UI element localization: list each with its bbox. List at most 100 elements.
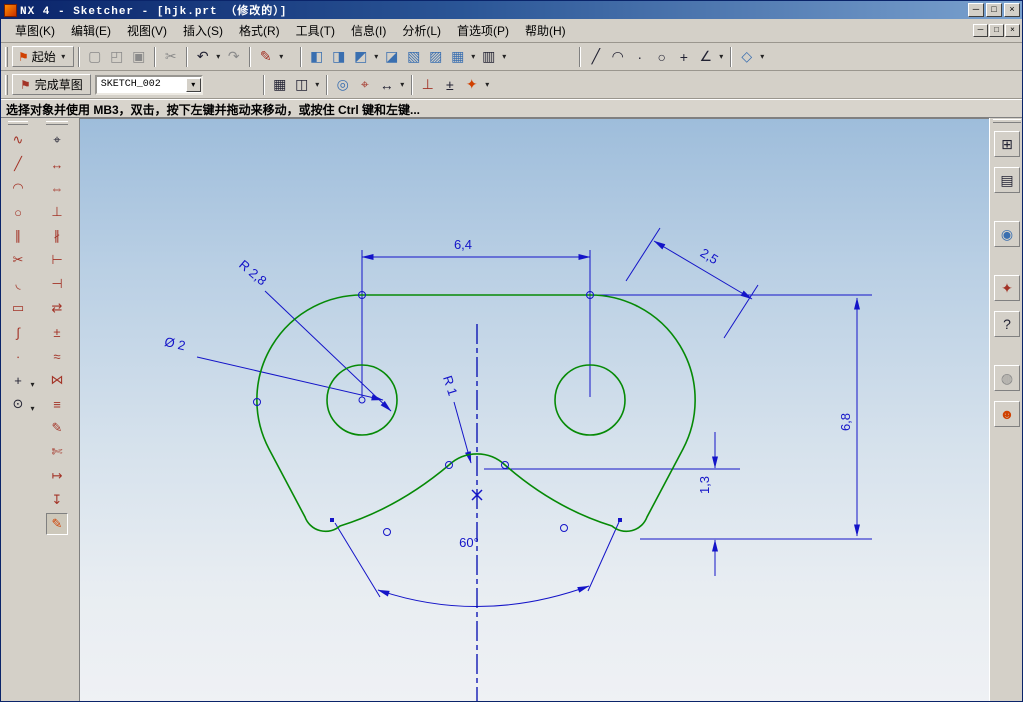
menu-edit[interactable]: 编辑(E) [63, 20, 119, 41]
mdi-minimize-button[interactable]: ─ [973, 24, 988, 37]
snap-arc-icon[interactable]: ◠ [607, 46, 629, 68]
isometric-view-icon[interactable]: ◨ [328, 46, 350, 68]
cut-icon[interactable]: ✂ [160, 46, 182, 68]
point-icon[interactable]: ∙ [7, 345, 29, 367]
snap-point-tool-icon[interactable]: ⌖ [46, 129, 68, 151]
open-icon[interactable]: ◰ [106, 46, 128, 68]
display-mode-icon[interactable]: ▥ [478, 46, 500, 68]
redo-icon[interactable]: ↷ [223, 46, 245, 68]
sketch-icon[interactable]: ✎ [255, 46, 277, 68]
reattach-sketch-icon[interactable]: ◫ [291, 74, 313, 96]
toolbar-grip[interactable] [5, 46, 8, 67]
top-view-icon[interactable]: ◩ [350, 46, 372, 68]
minimize-button[interactable]: ─ [968, 3, 984, 17]
trimetric-view-icon[interactable]: ◧ [306, 46, 328, 68]
menu-tools[interactable]: 工具(T) [288, 20, 343, 41]
constraints-icon[interactable]: ⊥ [46, 201, 68, 223]
menu-format[interactable]: 格式(R) [231, 20, 288, 41]
toolbar-grip[interactable] [993, 119, 1021, 123]
dimension-labels[interactable]: 6,4 2,5 R 2,8 Ø 2 R 1 6,8 1,3 60° [163, 237, 853, 550]
alternate-solution-tool-icon[interactable]: ± [46, 321, 68, 343]
maximize-button[interactable]: □ [986, 3, 1002, 17]
close-button[interactable]: × [1004, 3, 1020, 17]
display-dropdown-icon[interactable]: ▾ [500, 52, 509, 61]
view-dropdown-icon[interactable]: ▾ [372, 52, 381, 61]
menu-insert[interactable]: 插入(S) [175, 20, 231, 41]
mdi-restore-button[interactable]: □ [989, 24, 1004, 37]
snap-point-icon[interactable]: ∙ [629, 46, 651, 68]
wireframe-view-icon[interactable]: ▦ [447, 46, 469, 68]
menu-view[interactable]: 视图(V) [119, 20, 175, 41]
convert-to-reference-icon[interactable]: ⇄ [46, 297, 68, 319]
sketch-name-combo[interactable]: SKETCH_002 ▾ [94, 74, 203, 95]
new-part-icon[interactable]: ▢ [84, 46, 106, 68]
start-menu-button[interactable]: ⚑ 起始 ▾ [12, 46, 74, 67]
toolbar-grip[interactable] [46, 121, 68, 125]
profile-icon[interactable]: ∿ [7, 129, 29, 151]
save-icon[interactable]: ▣ [128, 46, 150, 68]
auto-constrain-icon[interactable]: ⊢ [46, 249, 68, 271]
sketch-dropdown-icon[interactable]: ▾ [277, 52, 286, 61]
project-curve-icon[interactable]: ↧ [46, 489, 68, 511]
help-icon[interactable]: ? [994, 311, 1020, 337]
arc-icon[interactable]: ◠ [7, 177, 29, 199]
assembly-navigator-icon[interactable]: ⊞ [994, 131, 1020, 157]
web-browser-icon[interactable]: ◉ [994, 221, 1020, 247]
render-dropdown-icon[interactable]: ▾ [469, 52, 478, 61]
offset-curve-icon[interactable]: ≡ [46, 393, 68, 415]
undo-dropdown-icon[interactable]: ▾ [214, 52, 223, 61]
snap-angle-icon[interactable]: ∠ [695, 46, 717, 68]
menu-information[interactable]: 信息(I) [343, 20, 394, 41]
snap-settings-icon[interactable]: ⌖ [354, 74, 376, 96]
menu-help[interactable]: 帮助(H) [517, 20, 574, 41]
part-navigator-icon[interactable]: ▤ [994, 167, 1020, 193]
snap-circle-icon[interactable]: ○ [651, 46, 673, 68]
posdim-dropdown-icon[interactable]: ▾ [398, 80, 407, 89]
line-icon[interactable]: ╱ [7, 153, 29, 175]
menu-analysis[interactable]: 分析(L) [394, 20, 449, 41]
snap-plus-icon[interactable]: + [673, 46, 695, 68]
alternate-solution-icon[interactable]: ± [439, 74, 461, 96]
edit-defining-string-icon[interactable]: ✄ [46, 441, 68, 463]
front-view-icon[interactable]: ◪ [381, 46, 403, 68]
reattach-dropdown-icon[interactable]: ▾ [313, 80, 322, 89]
undo-icon[interactable]: ↶ [192, 46, 214, 68]
menu-preferences[interactable]: 首选项(P) [449, 20, 517, 41]
orient-view-to-sketch-icon[interactable]: ▦ [269, 74, 291, 96]
infer-constraints-icon[interactable]: ≈ [46, 345, 68, 367]
auto-dimension-icon[interactable]: ⇔ [46, 177, 68, 199]
inferred-dimension-icon[interactable]: ↔ [46, 153, 68, 175]
zoom-sketch-icon[interactable]: ◎ [332, 74, 354, 96]
conic-tool-icon[interactable]: ⊙ ▾ [7, 393, 35, 415]
show-all-constraints-icon[interactable]: ∦ [46, 225, 68, 247]
toolbar-grip[interactable] [8, 121, 28, 125]
snap-line-icon[interactable]: ╱ [585, 46, 607, 68]
derived-lines-icon[interactable]: ∥ [7, 225, 29, 247]
mdi-close-button[interactable]: × [1005, 24, 1020, 37]
snap-dropdown-icon[interactable]: ▾ [717, 52, 726, 61]
csys-dropdown-icon[interactable]: ▾ [758, 52, 767, 61]
shaded-view-icon[interactable]: ▨ [425, 46, 447, 68]
menu-sketch[interactable]: 草图(K) [7, 20, 63, 41]
quick-trim-icon[interactable]: ✂ [7, 249, 29, 271]
continuous-auto-dimension-icon[interactable]: ✎ [46, 513, 68, 535]
dimension-lines[interactable] [196, 227, 872, 608]
show-no-constraints-icon[interactable]: ⊣ [46, 273, 68, 295]
edit-curve-icon[interactable]: ✎ [46, 417, 68, 439]
plus-tool-icon[interactable]: + ▾ [7, 369, 34, 391]
constraint-mode-icon[interactable]: ⊥ [417, 74, 439, 96]
mirror-curve-icon[interactable]: ⋈ [46, 369, 68, 391]
toolbar-grip[interactable] [5, 74, 8, 95]
datum-csys-icon[interactable]: ◇ [736, 46, 758, 68]
finish-sketch-button[interactable]: ⚑ 完成草图 [12, 74, 91, 95]
update-dropdown-icon[interactable]: ▾ [483, 80, 492, 89]
roles-icon[interactable]: ☻ [994, 401, 1020, 427]
rectangle-icon[interactable]: ▭ [7, 297, 29, 319]
studio-spline-icon[interactable]: ∫ [7, 321, 29, 343]
combo-dropdown-icon[interactable]: ▾ [185, 77, 201, 92]
plus-dropdown-icon[interactable]: ▾ [28, 380, 37, 389]
circle-icon[interactable]: ○ [7, 201, 29, 223]
conic-dropdown-icon[interactable]: ▾ [28, 404, 37, 413]
right-view-icon[interactable]: ▧ [403, 46, 425, 68]
update-model-icon[interactable]: ✦ [461, 74, 483, 96]
